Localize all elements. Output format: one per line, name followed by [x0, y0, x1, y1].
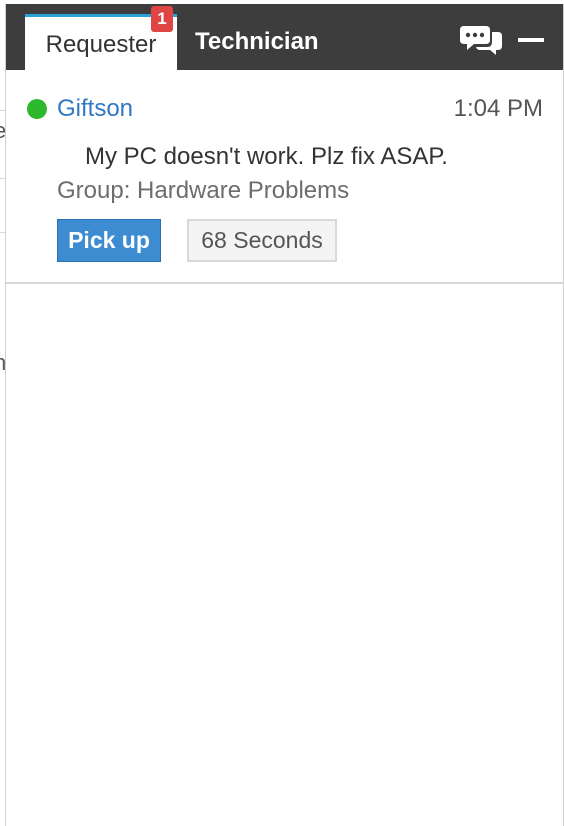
request-time: 1:04 PM: [453, 95, 543, 122]
chat-header: Requester 1 Technician: [6, 4, 563, 71]
chat-bubbles-icon[interactable]: [460, 24, 502, 56]
wait-timer: 68 Seconds: [187, 219, 337, 262]
tab-requester-label: Requester: [45, 31, 157, 58]
requester-name-link[interactable]: Giftson: [57, 95, 133, 123]
online-status-dot: [27, 99, 47, 119]
pick-up-button[interactable]: Pick up: [57, 219, 161, 262]
request-card: Giftson 1:04 PM My PC doesn't work. Plz …: [6, 70, 563, 284]
request-group: Group: Hardware Problems: [57, 177, 350, 204]
minimize-icon[interactable]: [518, 30, 546, 50]
tab-technician[interactable]: Technician: [195, 24, 319, 60]
notification-badge: 1: [151, 6, 173, 32]
chat-panel: Requester 1 Technician Giftson 1:04 PM M…: [5, 4, 564, 826]
request-message: My PC doesn't work. Plz fix ASAP.: [85, 143, 448, 170]
